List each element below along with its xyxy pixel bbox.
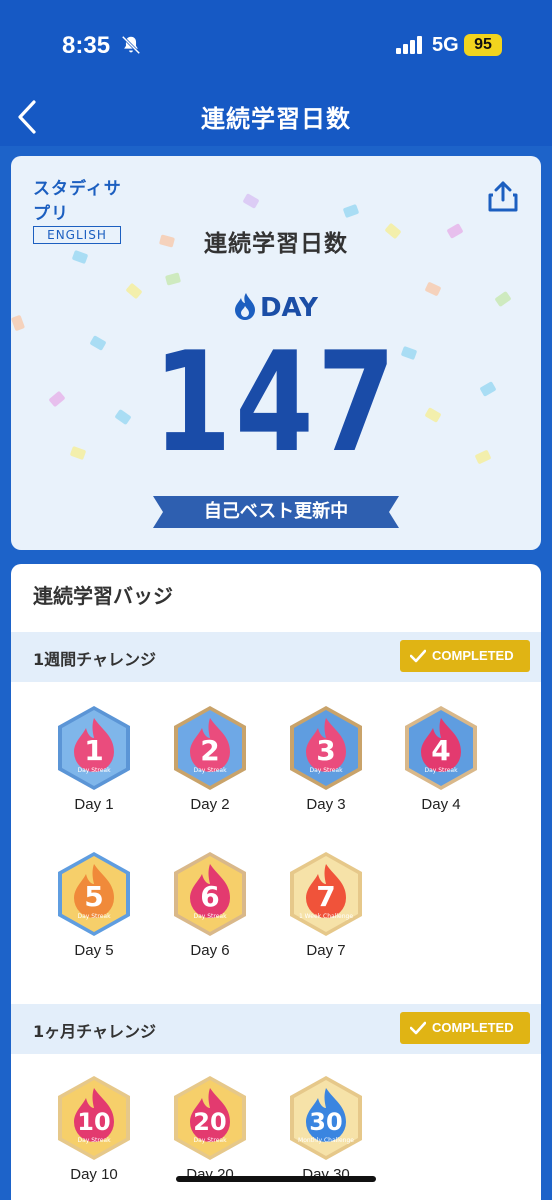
streak-title: 連続学習日数 bbox=[204, 231, 348, 257]
badge-label: Day 3 bbox=[306, 796, 346, 813]
badges-title: 連続学習バッジ bbox=[33, 584, 173, 608]
badge-number: 4 bbox=[431, 734, 450, 767]
badge-hexagon-icon: 6Day Streak bbox=[174, 852, 246, 936]
day-heading: DAY bbox=[11, 292, 541, 323]
badge-label: Day 10 bbox=[70, 1166, 118, 1183]
completed-badge: COMPLETED bbox=[400, 640, 530, 672]
streak-badge[interactable]: 6 Day Streak Day 6 bbox=[162, 850, 258, 959]
badge-hexagon-icon: 71 Week Challenge bbox=[290, 852, 362, 936]
confetti-decoration bbox=[342, 203, 360, 219]
confetti-decoration bbox=[164, 272, 182, 286]
streak-card: スタディサプリ ENGLISH 連続学習日数 DAY 147 自己ベスト更新中 bbox=[11, 156, 541, 550]
section-label: 1ヶ月チャレンジ bbox=[33, 1022, 156, 1041]
content-area: スタディサプリ ENGLISH 連続学習日数 DAY 147 自己ベスト更新中 … bbox=[0, 146, 552, 1200]
ribbon-text: 自己ベスト更新中 bbox=[203, 501, 349, 522]
badge-caption: Monthly Challenge bbox=[298, 1137, 354, 1144]
status-bar: 8:35 5G 95 bbox=[0, 0, 552, 92]
streak-badge[interactable]: 4 Day Streak Day 4 bbox=[393, 704, 489, 813]
check-icon bbox=[410, 1021, 426, 1035]
streak-badge[interactable]: 3 Day Streak Day 3 bbox=[278, 704, 374, 813]
streak-badge[interactable]: 1 Day Streak Day 1 bbox=[46, 704, 142, 813]
badge-caption: Day Streak bbox=[309, 767, 343, 774]
streak-badge[interactable]: 2 Day Streak Day 2 bbox=[162, 704, 258, 813]
streak-badge[interactable]: 20 Day Streak Day 20 bbox=[162, 1074, 258, 1183]
badge-caption: Day Streak bbox=[77, 1137, 111, 1144]
badge-hexagon-icon: 10Day Streak bbox=[58, 1076, 130, 1160]
badge-label: Day 7 bbox=[306, 942, 346, 959]
badge-number: 3 bbox=[316, 734, 335, 767]
streak-count: 147 bbox=[152, 322, 400, 483]
completed-badge: COMPLETED bbox=[400, 1012, 530, 1044]
completed-label: COMPLETED bbox=[432, 1020, 514, 1035]
badge-hexagon-icon: 30Monthly Challenge bbox=[290, 1076, 362, 1160]
badge-hexagon-icon: 5Day Streak bbox=[58, 852, 130, 936]
badge-caption: Day Streak bbox=[77, 913, 111, 920]
badge-number: 5 bbox=[84, 880, 103, 913]
completed-label: COMPLETED bbox=[432, 648, 514, 663]
streak-badge[interactable]: 71 Week Challenge Day 7 bbox=[278, 850, 374, 959]
badge-label: Day 5 bbox=[74, 942, 114, 959]
badge-caption: 1 Week Challenge bbox=[299, 913, 353, 920]
navigation-bar: 連続学習日数 bbox=[0, 92, 552, 148]
badge-caption: Day Streak bbox=[193, 913, 227, 920]
badge-caption: Day Streak bbox=[424, 767, 458, 774]
badge-caption: Day Streak bbox=[193, 1137, 227, 1144]
status-time: 8:35 bbox=[62, 32, 111, 59]
badge-label: Day 6 bbox=[190, 942, 230, 959]
battery-indicator: 95 bbox=[464, 34, 502, 56]
badge-hexagon-icon: 2Day Streak bbox=[174, 706, 246, 790]
badge-number: 2 bbox=[200, 734, 219, 767]
badge-caption: Day Streak bbox=[193, 767, 227, 774]
badge-hexagon-icon: 1Day Streak bbox=[58, 706, 130, 790]
badge-hexagon-icon: 3Day Streak bbox=[290, 706, 362, 790]
badge-hexagon-icon: 20Day Streak bbox=[174, 1076, 246, 1160]
streak-badge[interactable]: 10 Day Streak Day 10 bbox=[46, 1074, 142, 1183]
badge-number: 30 bbox=[309, 1108, 342, 1136]
badge-number: 20 bbox=[193, 1108, 226, 1136]
streak-badge[interactable]: 30 Monthly Challenge Day 30 bbox=[278, 1074, 374, 1183]
badges-card: 連続学習バッジ 1週間チャレンジ COMPLETED 1ヶ月チャレンジ COMP… bbox=[11, 564, 541, 1200]
section-header-month: 1ヶ月チャレンジ COMPLETED bbox=[11, 1004, 541, 1054]
badge-number: 10 bbox=[77, 1108, 110, 1136]
home-indicator bbox=[176, 1176, 376, 1182]
flame-icon bbox=[234, 293, 255, 320]
day-label: DAY bbox=[259, 293, 319, 323]
page-title: 連続学習日数 bbox=[201, 105, 351, 133]
logo-text-jp: スタディサプリ bbox=[33, 179, 122, 224]
badge-label: Day 4 bbox=[421, 796, 461, 813]
badge-label: Day 2 bbox=[190, 796, 230, 813]
share-icon[interactable] bbox=[485, 178, 521, 214]
badge-number: 1 bbox=[84, 734, 103, 767]
badge-label: Day 1 bbox=[74, 796, 114, 813]
badge-hexagon-icon: 4Day Streak bbox=[405, 706, 477, 790]
confetti-decoration bbox=[242, 193, 260, 209]
streak-badge[interactable]: 5 Day Streak Day 5 bbox=[46, 850, 142, 959]
signal-icon bbox=[396, 36, 422, 54]
section-label: 1週間チャレンジ bbox=[33, 650, 156, 669]
badge-number: 6 bbox=[200, 880, 219, 913]
network-type: 5G bbox=[432, 34, 459, 56]
check-icon bbox=[410, 649, 426, 663]
bell-muted-icon bbox=[121, 35, 141, 55]
badge-number: 7 bbox=[316, 880, 335, 913]
section-header-week: 1週間チャレンジ COMPLETED bbox=[11, 632, 541, 682]
badge-caption: Day Streak bbox=[77, 767, 111, 774]
